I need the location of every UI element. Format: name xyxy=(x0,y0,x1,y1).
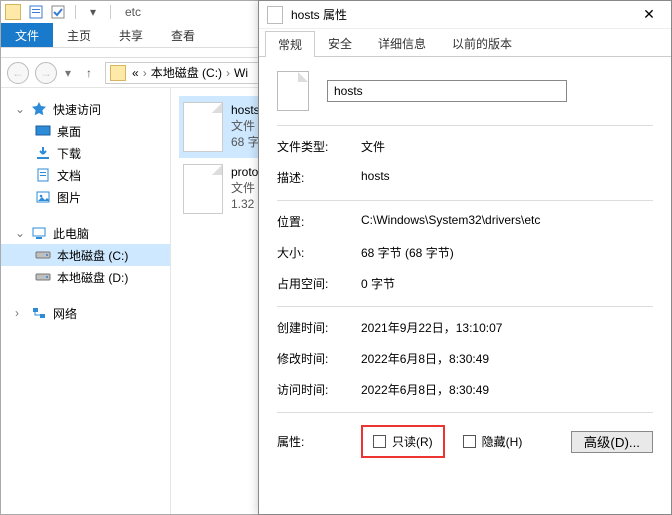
label-created: 创建时间: xyxy=(277,319,361,336)
drive-icon xyxy=(35,247,51,263)
value-description: hosts xyxy=(361,169,653,186)
file-icon xyxy=(277,71,309,111)
nav-documents[interactable]: 文档 xyxy=(1,164,170,186)
nav-label: 图片 xyxy=(57,189,81,206)
properties-dialog: hosts 属性 ✕ 常规 安全 详细信息 以前的版本 文件类型:文件 描述:h… xyxy=(258,0,672,515)
tab-view[interactable]: 查看 xyxy=(157,23,209,47)
nav-label: 下载 xyxy=(57,145,81,162)
nav-label: 文档 xyxy=(57,167,81,184)
label-filetype: 文件类型: xyxy=(277,138,361,155)
chevron-down-icon: ⌄ xyxy=(15,102,25,116)
network-icon xyxy=(31,305,47,321)
dialog-titlebar: hosts 属性 ✕ xyxy=(259,1,671,29)
nav-label: 此电脑 xyxy=(53,225,89,242)
file-type: 文件 xyxy=(231,180,258,196)
nav-drive-c[interactable]: 本地磁盘 (C:) xyxy=(1,244,170,266)
file-name: hosts xyxy=(231,102,260,118)
file-icon xyxy=(267,6,283,24)
advanced-button[interactable]: 高级(D)... xyxy=(571,431,653,453)
nav-label: 快速访问 xyxy=(53,101,101,118)
nav-label: 本地磁盘 (C:) xyxy=(57,247,128,264)
dialog-tabs: 常规 安全 详细信息 以前的版本 xyxy=(259,29,671,57)
tab-share[interactable]: 共享 xyxy=(105,23,157,47)
nav-label: 桌面 xyxy=(57,123,81,140)
qat-properties-icon[interactable] xyxy=(29,5,43,19)
label-accessed: 访问时间: xyxy=(277,381,361,398)
nav-this-pc[interactable]: ⌄ 此电脑 xyxy=(1,222,170,244)
nav-quick-access[interactable]: ⌄ 快速访问 xyxy=(1,98,170,120)
desktop-icon xyxy=(35,123,51,139)
breadcrumb-prefix: « xyxy=(132,66,139,80)
value-size-on-disk: 0 字节 xyxy=(361,275,653,292)
value-created: 2021年9月22日，13:10:07 xyxy=(361,319,653,336)
tab-previous-versions[interactable]: 以前的版本 xyxy=(439,30,525,56)
nav-label: 网络 xyxy=(53,305,77,322)
label-location: 位置: xyxy=(277,213,361,230)
value-location: C:\Windows\System32\drivers\etc xyxy=(361,213,653,230)
separator xyxy=(110,5,111,19)
tab-general[interactable]: 常规 xyxy=(265,31,315,57)
label-attributes: 属性: xyxy=(277,433,361,450)
file-size: 1.32 xyxy=(231,196,258,212)
readonly-label: 只读(R) xyxy=(392,433,433,450)
chevron-right-icon: › xyxy=(222,66,234,80)
readonly-highlight: 只读(R) xyxy=(361,425,445,458)
tab-security[interactable]: 安全 xyxy=(315,30,365,56)
label-modified: 修改时间: xyxy=(277,350,361,367)
qat-dropdown-icon[interactable]: ▾ xyxy=(86,5,100,19)
tab-file[interactable]: 文件 xyxy=(1,23,53,47)
hidden-label: 隐藏(H) xyxy=(482,433,523,450)
value-filetype: 文件 xyxy=(361,138,653,155)
value-accessed: 2022年6月8日，8:30:49 xyxy=(361,381,653,398)
readonly-checkbox[interactable] xyxy=(373,435,386,448)
drive-icon xyxy=(35,269,51,285)
nav-up-button[interactable]: ↑ xyxy=(79,63,99,83)
file-icon xyxy=(183,102,223,152)
document-icon xyxy=(35,167,51,183)
folder-icon xyxy=(110,65,126,81)
divider xyxy=(277,306,653,307)
folder-icon xyxy=(5,4,21,20)
close-button[interactable]: ✕ xyxy=(627,1,671,28)
nav-pictures[interactable]: 图片 xyxy=(1,186,170,208)
divider xyxy=(277,412,653,413)
download-icon xyxy=(35,145,51,161)
divider xyxy=(277,200,653,201)
filename-input[interactable] xyxy=(327,80,567,102)
file-size: 68 字 xyxy=(231,134,260,150)
nav-history-dropdown[interactable]: ▾ xyxy=(63,66,73,80)
dialog-title: hosts 属性 xyxy=(291,6,347,23)
value-size: 68 字节 (68 字节) xyxy=(361,244,653,261)
nav-label: 本地磁盘 (D:) xyxy=(57,269,128,286)
dialog-body: 文件类型:文件 描述:hosts 位置:C:\Windows\System32\… xyxy=(259,57,671,468)
nav-pane: ⌄ 快速访问 桌面 下载 文档 图片 xyxy=(1,88,171,514)
label-description: 描述: xyxy=(277,169,361,186)
file-type: 文件 xyxy=(231,118,260,134)
nav-back-button[interactable]: ← xyxy=(7,62,29,84)
label-size-on-disk: 占用空间: xyxy=(277,275,361,292)
nav-desktop[interactable]: 桌面 xyxy=(1,120,170,142)
file-name: proto xyxy=(231,164,258,180)
label-size: 大小: xyxy=(277,244,361,261)
breadcrumb-drive[interactable]: 本地磁盘 (C:) xyxy=(151,64,222,81)
nav-forward-button[interactable]: → xyxy=(35,62,57,84)
nav-downloads[interactable]: 下载 xyxy=(1,142,170,164)
value-modified: 2022年6月8日，8:30:49 xyxy=(361,350,653,367)
breadcrumb-next[interactable]: Wi xyxy=(234,66,248,80)
chevron-down-icon: ⌄ xyxy=(15,226,25,240)
nav-network[interactable]: › 网络 xyxy=(1,302,170,324)
tab-details[interactable]: 详细信息 xyxy=(365,30,439,56)
chevron-right-icon: › xyxy=(139,66,151,80)
star-icon xyxy=(31,101,47,117)
separator xyxy=(75,5,76,19)
nav-drive-d[interactable]: 本地磁盘 (D:) xyxy=(1,266,170,288)
window-title: etc xyxy=(125,5,141,19)
hidden-checkbox[interactable] xyxy=(463,435,476,448)
qat-checkbox-icon[interactable] xyxy=(51,5,65,19)
file-icon xyxy=(183,164,223,214)
pictures-icon xyxy=(35,189,51,205)
pc-icon xyxy=(31,225,47,241)
chevron-right-icon: › xyxy=(15,306,25,320)
tab-home[interactable]: 主页 xyxy=(53,23,105,47)
